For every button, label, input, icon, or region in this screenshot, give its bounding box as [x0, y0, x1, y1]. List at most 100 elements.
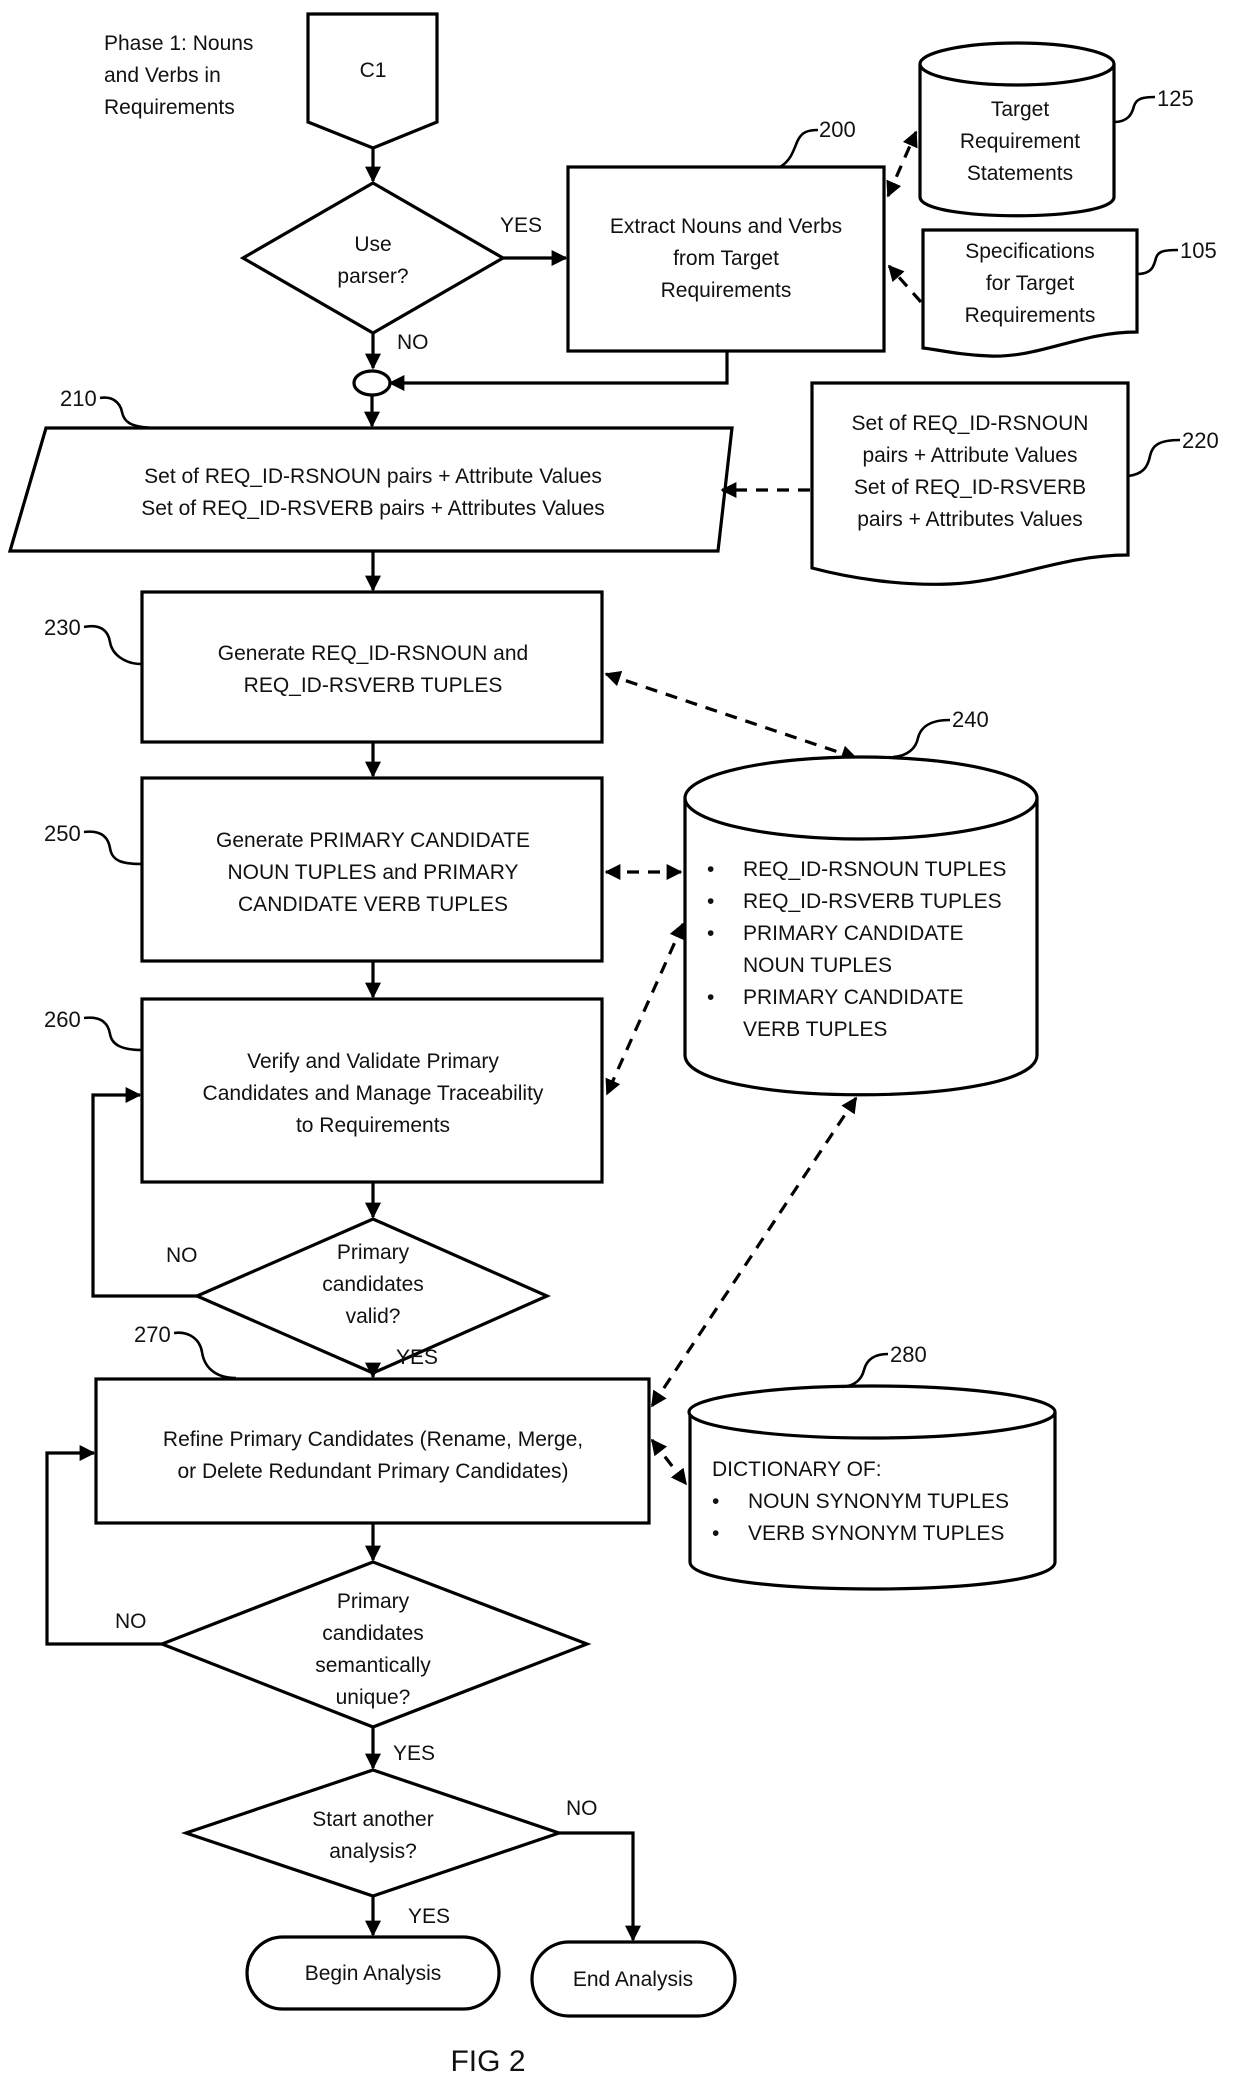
ref-leader	[173, 1331, 237, 1380]
step-270-refine[interactable]: Refine Primary Candidates (Rename, Merge…	[94, 1377, 651, 1525]
datastore-item: NOUN TUPLES	[743, 954, 892, 977]
ref-number: 260	[44, 1007, 81, 1032]
flow-arrow	[388, 351, 729, 391]
step-200-extract[interactable]: Extract Nouns and Verbs from Target Requ…	[566, 165, 886, 353]
io-parallelogram	[7, 426, 734, 553]
document-text: Requirements	[965, 304, 1096, 327]
document-text: for Target	[986, 272, 1074, 295]
data-link-dashed	[886, 130, 918, 198]
process-text: Extract Nouns and Verbs	[610, 215, 842, 238]
datastore-240-tuples[interactable]: • REQ_ID-RSNOUN TUPLES • REQ_ID-RSVERB T…	[683, 755, 1039, 1097]
data-link-dashed	[605, 922, 685, 1096]
ref-leader	[1113, 95, 1156, 124]
document-text: pairs + Attributes Values	[857, 508, 1082, 531]
process-text: CANDIDATE VERB TUPLES	[238, 893, 508, 916]
io-210-pairs[interactable]: Set of REQ_ID-RSNOUN pairs + Attribute V…	[7, 426, 734, 553]
no-label: NO	[397, 331, 429, 354]
decision-diamond	[239, 181, 507, 335]
datastore-280-dictionary[interactable]: DICTIONARY OF: • NOUN SYNONYM TUPLES • V…	[687, 1384, 1057, 1591]
phase-label: Phase 1: Nouns and Verbs in Requirements	[104, 32, 253, 119]
step-260-verify-validate[interactable]: Verify and Validate Primary Candidates a…	[140, 997, 604, 1184]
bullet-icon: •	[712, 1490, 719, 1513]
ref-number: 210	[60, 386, 97, 411]
io-text: Set of REQ_ID-RSNOUN pairs + Attribute V…	[144, 465, 602, 488]
document-220-pairs[interactable]: Set of REQ_ID-RSNOUN pairs + Attribute V…	[810, 381, 1130, 586]
process-text: to Requirements	[296, 1114, 450, 1137]
terminal-text: Begin Analysis	[305, 1962, 442, 1985]
decision-text: Primary	[337, 1241, 410, 1264]
connector-c1[interactable]: C1	[306, 12, 439, 150]
datastore-item: PRIMARY CANDIDATE	[743, 986, 964, 1009]
decision-text: semantically	[315, 1654, 431, 1677]
figure-caption: FIG 2	[450, 2045, 525, 2078]
ref-leader	[779, 128, 819, 169]
process-text: or Delete Redundant Primary Candidates)	[177, 1460, 568, 1483]
data-link-dashed	[604, 671, 858, 761]
process-text: Refine Primary Candidates (Rename, Merge…	[163, 1428, 583, 1451]
decision-text: candidates	[322, 1273, 424, 1296]
decision-start-another[interactable]: Start another analysis?	[180, 1768, 564, 1898]
ref-number: 125	[1157, 86, 1194, 111]
step-230-generate-tuples[interactable]: Generate REQ_ID-RSNOUN and REQ_ID-RSVERB…	[140, 590, 604, 744]
decision-text: Start another	[312, 1808, 433, 1831]
cylinder-top	[683, 755, 1039, 841]
process-text: from Target	[673, 247, 779, 270]
decision-semantically-unique[interactable]: Primary candidates semantically unique?	[157, 1560, 592, 1729]
ref-number: 280	[890, 1342, 927, 1367]
decision-text: parser?	[337, 265, 408, 288]
datastore-item: VERB SYNONYM TUPLES	[748, 1522, 1004, 1545]
connector-label: C1	[360, 59, 387, 82]
junction-connector	[352, 369, 392, 397]
ref-leader	[841, 1352, 889, 1389]
decision-diamond	[180, 1768, 564, 1898]
ref-number: 270	[134, 1322, 171, 1347]
flow-arrow	[559, 1831, 641, 1942]
process-text: Requirements	[661, 279, 792, 302]
decision-text: analysis?	[329, 1840, 417, 1863]
ref-leader	[83, 624, 143, 666]
decision-text: unique?	[336, 1686, 411, 1709]
document-text: Specifications	[965, 240, 1095, 263]
ref-leader	[83, 1016, 143, 1052]
ref-number: 105	[1180, 238, 1217, 263]
decision-use-parser[interactable]: Use parser?	[239, 181, 507, 335]
decision-text: candidates	[322, 1622, 424, 1645]
datastore-item: REQ_ID-RSNOUN TUPLES	[743, 858, 1006, 881]
phase-label-line: Phase 1: Nouns	[104, 32, 253, 55]
step-250-primary-candidates[interactable]: Generate PRIMARY CANDIDATE NOUN TUPLES a…	[140, 776, 604, 963]
process-box	[140, 590, 604, 744]
datastore-item: NOUN SYNONYM TUPLES	[748, 1490, 1009, 1513]
terminal-begin-analysis[interactable]: Begin Analysis	[245, 1935, 501, 2011]
yes-label: YES	[408, 1905, 450, 1928]
terminal-end-analysis[interactable]: End Analysis	[530, 1940, 737, 2018]
datastore-125-target-requirements[interactable]: Target Requirement Statements	[918, 41, 1116, 218]
process-box	[94, 1377, 651, 1525]
bullet-icon: •	[707, 858, 714, 881]
data-link-dashed	[650, 1438, 688, 1486]
cylinder-top	[918, 41, 1116, 87]
ref-leader	[892, 718, 951, 759]
decision-text: Primary	[337, 1590, 410, 1613]
document-105-specifications[interactable]: Specifications for Target Requirements	[921, 228, 1139, 358]
datastore-text: Requirement	[960, 130, 1080, 153]
decision-text: valid?	[346, 1305, 401, 1328]
phase-label-line: Requirements	[104, 96, 235, 119]
bullet-icon: •	[707, 986, 714, 1009]
ref-leader	[99, 396, 161, 430]
ref-number: 230	[44, 615, 81, 640]
decision-candidates-valid[interactable]: Primary candidates valid?	[193, 1217, 551, 1375]
document-text: Set of REQ_ID-RSVERB	[854, 476, 1086, 499]
datastore-text: Target	[991, 98, 1050, 121]
ref-leader	[1127, 438, 1181, 478]
cylinder-top	[687, 1384, 1057, 1440]
terminal-text: End Analysis	[573, 1968, 693, 1991]
data-link-dashed	[887, 264, 923, 304]
bullet-icon: •	[707, 922, 714, 945]
document-text: Set of REQ_ID-RSNOUN	[852, 412, 1089, 435]
decision-text: Use	[354, 233, 391, 256]
ref-leader	[83, 830, 143, 866]
datastore-item: REQ_ID-RSVERB TUPLES	[743, 890, 1002, 913]
bullet-icon: •	[707, 890, 714, 913]
ref-leader	[1136, 248, 1179, 276]
process-text: Candidates and Manage Traceability	[203, 1082, 544, 1105]
